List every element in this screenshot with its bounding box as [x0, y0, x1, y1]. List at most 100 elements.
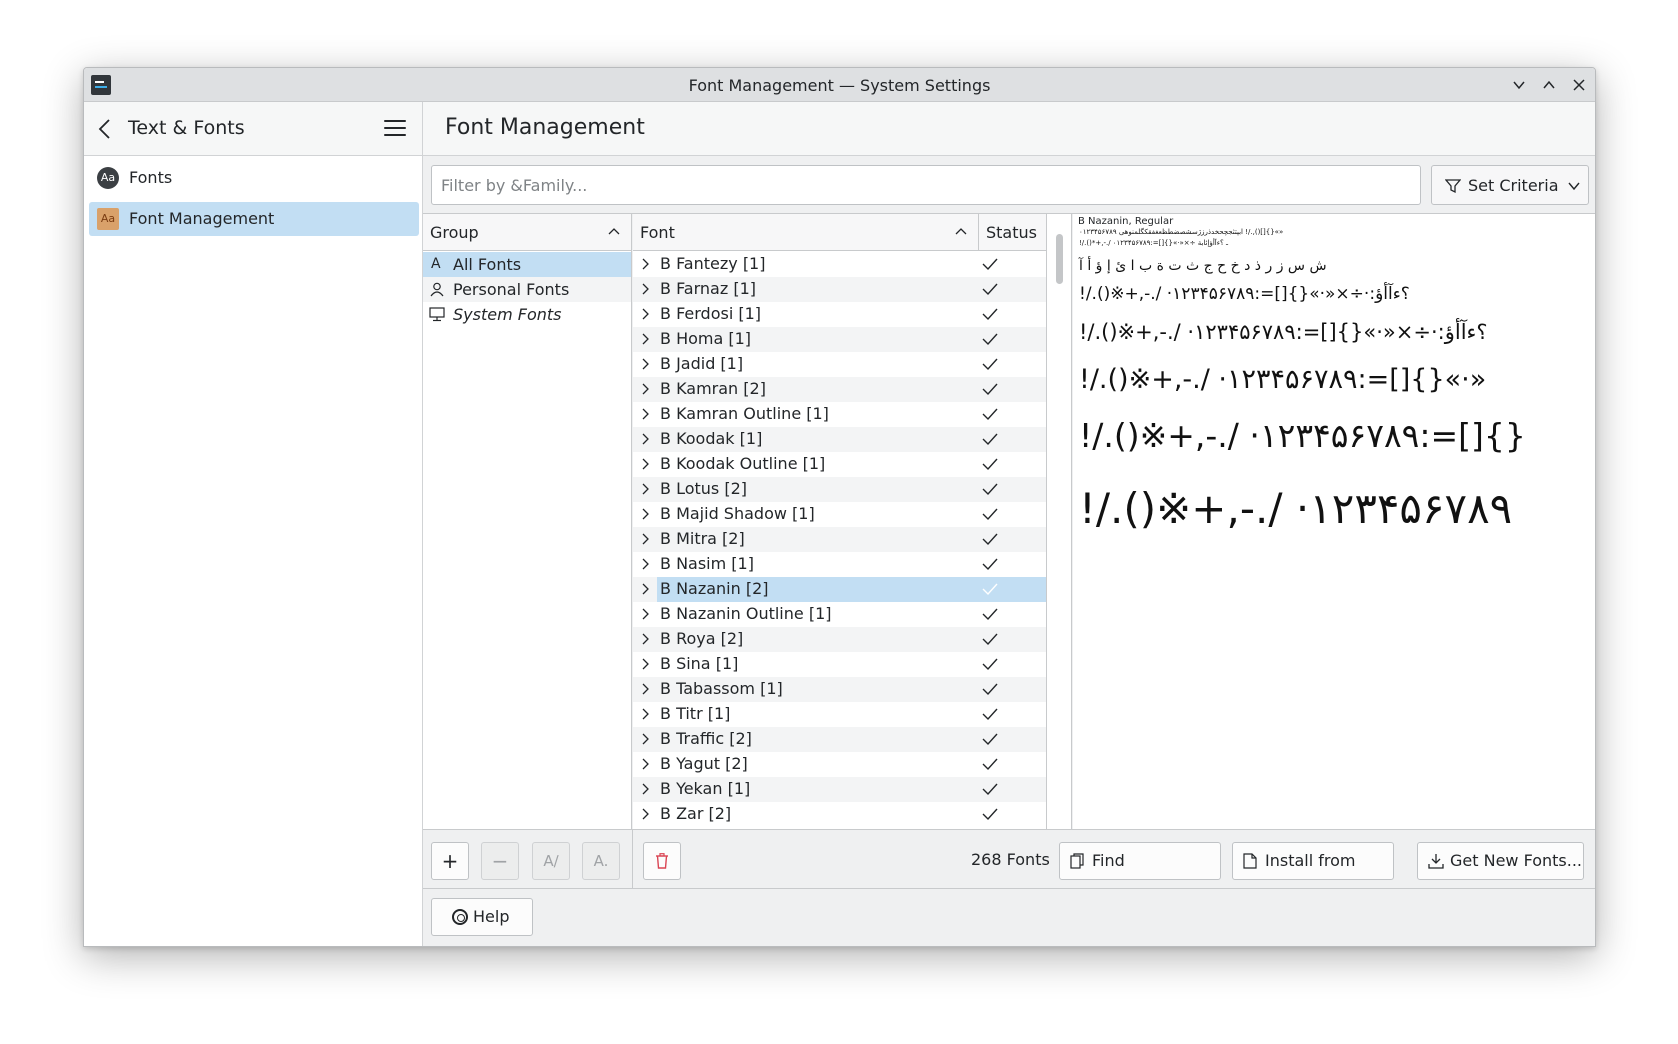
font-row[interactable]: B Kamran [2] — [633, 377, 1046, 402]
chevron-right-icon[interactable] — [642, 583, 650, 595]
checkmark-icon[interactable] — [982, 257, 998, 271]
chevron-right-icon[interactable] — [642, 433, 650, 445]
checkmark-icon[interactable] — [982, 507, 998, 521]
chevron-right-icon[interactable] — [642, 783, 650, 795]
checkmark-icon[interactable] — [982, 382, 998, 396]
install-from-file-button[interactable]: Install from File... — [1232, 842, 1394, 906]
font-row[interactable]: B Roya [2] — [633, 627, 1046, 652]
checkmark-icon[interactable] — [982, 332, 998, 346]
delete-font-button[interactable] — [643, 842, 681, 880]
font-row[interactable]: B Nazanin [2] — [633, 577, 1046, 602]
checkmark-icon[interactable] — [982, 807, 998, 821]
main-content: Font Management Set Criteria Group A All… — [423, 102, 1595, 946]
chevron-right-icon[interactable] — [642, 308, 650, 320]
enable-font-group-button[interactable]: A∕ — [532, 842, 570, 880]
font-row[interactable]: B Sina [1] — [633, 652, 1046, 677]
checkmark-icon[interactable] — [982, 607, 998, 621]
group-item-system-fonts[interactable]: System Fonts — [423, 302, 631, 327]
chevron-right-icon[interactable] — [642, 383, 650, 395]
font-list-scrollbar[interactable] — [1047, 214, 1072, 830]
chevron-right-icon[interactable] — [642, 558, 650, 570]
checkmark-icon[interactable] — [982, 307, 998, 321]
remove-group-button[interactable]: − — [481, 842, 519, 880]
checkmark-icon[interactable] — [982, 532, 998, 546]
font-row[interactable]: B Titr [1] — [633, 702, 1046, 727]
checkmark-icon[interactable] — [982, 482, 998, 496]
chevron-right-icon[interactable] — [642, 358, 650, 370]
sidebar-item-fonts[interactable]: Aa Fonts — [89, 161, 419, 195]
font-row[interactable]: B Nasim [1] — [633, 552, 1046, 577]
checkmark-icon[interactable] — [982, 457, 998, 471]
chevron-right-icon[interactable] — [642, 683, 650, 695]
group-list[interactable]: Group A All Fonts Personal Fonts System … — [423, 214, 632, 830]
checkmark-icon[interactable] — [982, 707, 998, 721]
filter-field[interactable] — [431, 165, 1421, 205]
checkmark-icon[interactable] — [982, 432, 998, 446]
chevron-right-icon[interactable] — [642, 508, 650, 520]
checkmark-icon[interactable] — [982, 407, 998, 421]
group-column-header[interactable]: Group — [423, 214, 631, 251]
group-item-all-fonts[interactable]: A All Fonts — [423, 252, 631, 277]
set-criteria-button[interactable]: Set Criteria — [1431, 165, 1589, 205]
chevron-right-icon[interactable] — [642, 758, 650, 770]
chevron-right-icon[interactable] — [642, 658, 650, 670]
chevron-right-icon[interactable] — [642, 458, 650, 470]
font-row[interactable]: B Koodak Outline [1] — [633, 452, 1046, 477]
checkmark-icon[interactable] — [982, 557, 998, 571]
checkmark-icon[interactable] — [982, 682, 998, 696]
chevron-right-icon[interactable] — [642, 608, 650, 620]
close-button[interactable] — [1568, 74, 1590, 96]
chevron-right-icon[interactable] — [642, 633, 650, 645]
chevron-right-icon[interactable] — [642, 408, 650, 420]
font-row[interactable]: B Farnaz [1] — [633, 277, 1046, 302]
chevron-right-icon[interactable] — [642, 283, 650, 295]
back-button[interactable] — [96, 118, 116, 140]
font-row[interactable]: B Mitra [2] — [633, 527, 1046, 552]
checkmark-icon[interactable] — [982, 732, 998, 746]
font-list[interactable]: Font Status B Fantezy [1] B Farnaz [1] B F… — [633, 214, 1047, 830]
maximize-button[interactable] — [1538, 74, 1560, 96]
checkmark-icon[interactable] — [982, 657, 998, 671]
font-row[interactable]: B Yekan [1] — [633, 777, 1046, 802]
font-row[interactable]: B Fantezy [1] — [633, 252, 1046, 277]
get-new-fonts-button[interactable]: Get New Fonts... — [1417, 842, 1584, 880]
font-row[interactable]: B Koodak [1] — [633, 427, 1046, 452]
find-duplicates-button[interactable]: Find Duplicates... — [1059, 842, 1221, 906]
font-row[interactable]: B Zar [2] — [633, 802, 1046, 827]
scrollbar-thumb[interactable] — [1056, 234, 1063, 284]
chevron-right-icon[interactable] — [642, 708, 650, 720]
checkmark-icon[interactable] — [982, 282, 998, 296]
chevron-right-icon[interactable] — [642, 483, 650, 495]
font-row[interactable]: B Ferdosi [1] — [633, 302, 1046, 327]
font-row[interactable]: B Tabassom [1] — [633, 677, 1046, 702]
font-row[interactable]: B Lotus [2] — [633, 477, 1046, 502]
title-bar[interactable]: Font Management — System Settings — [84, 68, 1595, 102]
font-column-header[interactable]: Font — [633, 214, 979, 251]
chevron-right-icon[interactable] — [642, 333, 650, 345]
font-row[interactable]: B Kamran Outline [1] — [633, 402, 1046, 427]
add-group-button[interactable]: + — [431, 842, 469, 880]
group-item-personal-fonts[interactable]: Personal Fonts — [423, 277, 631, 302]
status-column-header[interactable]: Status — [979, 214, 1046, 251]
checkmark-icon[interactable] — [982, 782, 998, 796]
filter-input[interactable] — [432, 166, 1420, 204]
font-row[interactable]: B Majid Shadow [1] — [633, 502, 1046, 527]
chevron-right-icon[interactable] — [642, 258, 650, 270]
checkmark-icon[interactable] — [982, 757, 998, 771]
hamburger-menu-button[interactable] — [384, 120, 406, 138]
chevron-right-icon[interactable] — [642, 733, 650, 745]
font-row[interactable]: B Jadid [1] — [633, 352, 1046, 377]
help-button[interactable]: Help — [431, 898, 533, 936]
font-row[interactable]: B Traffic [2] — [633, 727, 1046, 752]
chevron-right-icon[interactable] — [642, 808, 650, 820]
font-row[interactable]: B Homa [1] — [633, 327, 1046, 352]
minimize-button[interactable] — [1508, 74, 1530, 96]
sidebar-item-font-management[interactable]: Aa Font Management — [89, 202, 419, 236]
disable-font-group-button[interactable]: A. — [582, 842, 620, 880]
chevron-right-icon[interactable] — [642, 533, 650, 545]
checkmark-icon[interactable] — [982, 632, 998, 646]
checkmark-icon[interactable] — [982, 357, 998, 371]
checkmark-icon[interactable] — [982, 582, 998, 596]
font-row[interactable]: B Nazanin Outline [1] — [633, 602, 1046, 627]
font-row[interactable]: B Yagut [2] — [633, 752, 1046, 777]
